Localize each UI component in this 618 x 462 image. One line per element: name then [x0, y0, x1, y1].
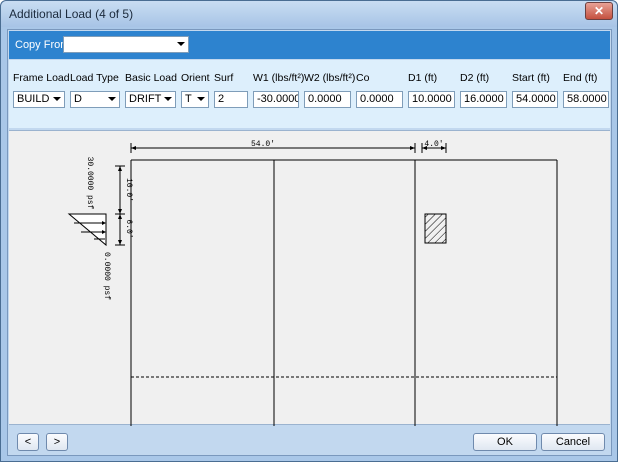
chevron-down-icon: [164, 97, 172, 101]
surf-label: Surf: [214, 72, 234, 84]
orient-label: Orient: [181, 72, 210, 84]
next-button[interactable]: >: [46, 433, 68, 451]
load-bottom-text: 0.0000 psf: [102, 252, 111, 300]
load-type-select[interactable]: D: [70, 91, 120, 108]
end-input[interactable]: 58.0000: [563, 91, 609, 108]
dimension-upper-text: 10.0': [124, 178, 133, 202]
frame-load-select[interactable]: BUILD: [13, 91, 65, 108]
w1-label: W1 (lbs/ft²): [253, 72, 305, 84]
surf-input[interactable]: 2: [214, 91, 248, 108]
arrow-left-icon: [131, 146, 136, 150]
arrow-right-icon: [410, 146, 415, 150]
cancel-button[interactable]: Cancel: [541, 433, 605, 451]
title-bar: Additional Load (4 of 5) ✕: [1, 1, 617, 27]
frame-elevation-drawing: 54.0' 4.0' 10.0' 6.0' 30.0000 psf 0.0000…: [67, 140, 558, 426]
load-top-text: 30.0000 psf: [85, 157, 94, 210]
close-button[interactable]: ✕: [585, 2, 613, 20]
d2-label: D2 (ft): [460, 72, 490, 84]
drift-load-area: [424, 213, 447, 244]
load-drawing-canvas: 54.0' 4.0' 10.0' 6.0' 30.0000 psf 0.0000…: [9, 130, 610, 426]
load-parameters-panel: Frame Load Load Type Basic Load Orient S…: [9, 60, 610, 128]
co-input[interactable]: 0.0000: [356, 91, 403, 108]
w1-input[interactable]: -30.0000: [253, 91, 299, 108]
dialog-body: Copy From Frame Load Load Type Basic Loa…: [7, 29, 612, 456]
window-title: Additional Load (4 of 5): [9, 7, 134, 21]
end-label: End (ft): [563, 72, 598, 84]
chevron-down-icon: [53, 97, 61, 101]
chevron-down-icon: [197, 97, 205, 101]
orient-select[interactable]: T: [181, 91, 209, 108]
dimension-main-text: 54.0': [251, 140, 275, 149]
basic-load-value: DRIFT: [129, 93, 162, 105]
d1-input[interactable]: 10.0000: [408, 91, 455, 108]
d2-input[interactable]: 16.0000: [460, 91, 507, 108]
orient-value: T: [185, 93, 192, 105]
basic-load-select[interactable]: DRIFT: [125, 91, 176, 108]
copy-from-label: Copy From: [15, 39, 70, 51]
load-type-label: Load Type: [70, 72, 119, 84]
basic-load-label: Basic Load: [125, 72, 177, 84]
dimension-small-text: 4.0': [424, 140, 443, 149]
additional-load-dialog: Additional Load (4 of 5) ✕ Copy From Fra…: [0, 0, 618, 462]
dimension-lower-text: 6.0': [124, 219, 133, 238]
chevron-down-icon: [108, 97, 116, 101]
frame-load-value: BUILD: [17, 93, 50, 105]
copy-from-select[interactable]: [63, 36, 189, 53]
chevron-down-icon: [177, 42, 185, 46]
frame-load-label: Frame Load: [13, 72, 70, 84]
load-type-value: D: [74, 93, 82, 105]
start-label: Start (ft): [512, 72, 550, 84]
start-input[interactable]: 54.0000: [512, 91, 558, 108]
ok-button[interactable]: OK: [473, 433, 537, 451]
previous-button[interactable]: <: [17, 433, 39, 451]
d1-label: D1 (ft): [408, 72, 438, 84]
w2-input[interactable]: 0.0000: [304, 91, 351, 108]
load-triangle: [67, 213, 107, 247]
w2-label: W2 (lbs/ft²): [304, 72, 356, 84]
copy-from-bar: Copy From: [9, 31, 610, 59]
co-label: Co: [356, 72, 370, 84]
